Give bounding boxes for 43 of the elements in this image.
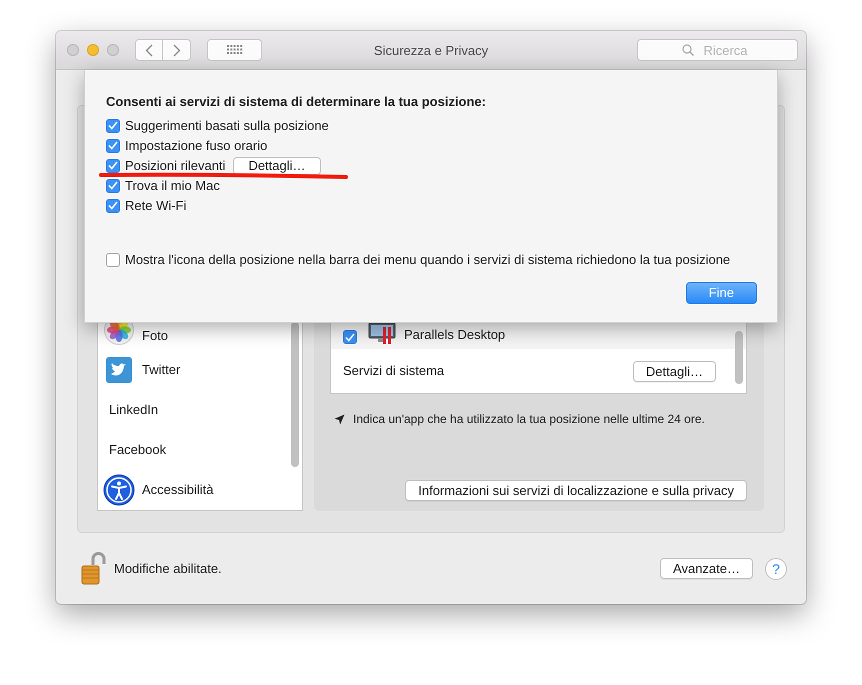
grid-icon [226,45,242,55]
bird-icon [106,357,132,383]
option-label: Impostazione fuso orario [125,136,268,155]
checkbox[interactable] [343,330,357,344]
checkbox[interactable] [106,178,120,192]
minimize-button[interactable] [87,44,99,56]
forward-button[interactable] [163,39,191,61]
legend-text: Indica un'app che ha utilizzato la tua posizione nelle ultime 24 ore. [353,411,705,428]
sheet-heading: Consenti ai servizi di sistema di determinare la tua posizione: [106,93,487,111]
monitor-icon [368,322,396,344]
chevron-right-icon [172,44,180,56]
scrollbar-thumb[interactable] [735,331,743,384]
checkbox[interactable] [106,252,120,266]
show-all-button[interactable] [207,39,262,61]
search-icon [682,44,694,56]
app-name: Parallels Desktop [404,326,506,344]
option-label: Mostra l'icona della posizione nella barra dei menu quando i servizi di sistema richiedono la tua posizione [125,250,730,269]
checkbox[interactable] [106,138,120,152]
window-title: Sicurezza e Privacy [374,42,488,60]
scrollbar-thumb[interactable] [291,322,299,467]
option-label: Rete Wi-Fi [125,196,186,215]
advanced-button[interactable]: Avanzate… [660,558,753,579]
service-name: Servizi di sistema [343,362,444,380]
back-button[interactable] [135,39,163,61]
checkbox[interactable] [106,198,120,212]
app-list-item[interactable]: Twitter [98,350,302,390]
option-label: Trova il mio Mac [125,176,220,195]
app-list-item[interactable]: LinkedIn [98,390,302,430]
details-button[interactable]: Dettagli… [632,360,716,382]
location-arrow-icon [334,414,345,424]
chevron-left-icon [145,44,153,56]
checkbox[interactable] [106,158,120,172]
option-label: Suggerimenti basati sulla posizione [125,116,329,135]
details-button[interactable]: Dettagli… [233,156,321,174]
accessibility-icon [103,474,135,506]
option-label: Posizioni rilevanti [125,156,226,175]
checkbox[interactable] [106,118,120,132]
lock-status-text: Modifiche abilitate. [114,560,222,578]
privacy-info-button[interactable]: Informazioni sui servizi di localizzazione e sulla privacy [405,480,747,501]
app-list-item[interactable]: Accessibilità [98,470,302,510]
search-field[interactable]: Ricerca [637,39,798,61]
open-lock-icon[interactable] [80,552,106,586]
app-list-item[interactable]: Facebook [98,430,302,470]
